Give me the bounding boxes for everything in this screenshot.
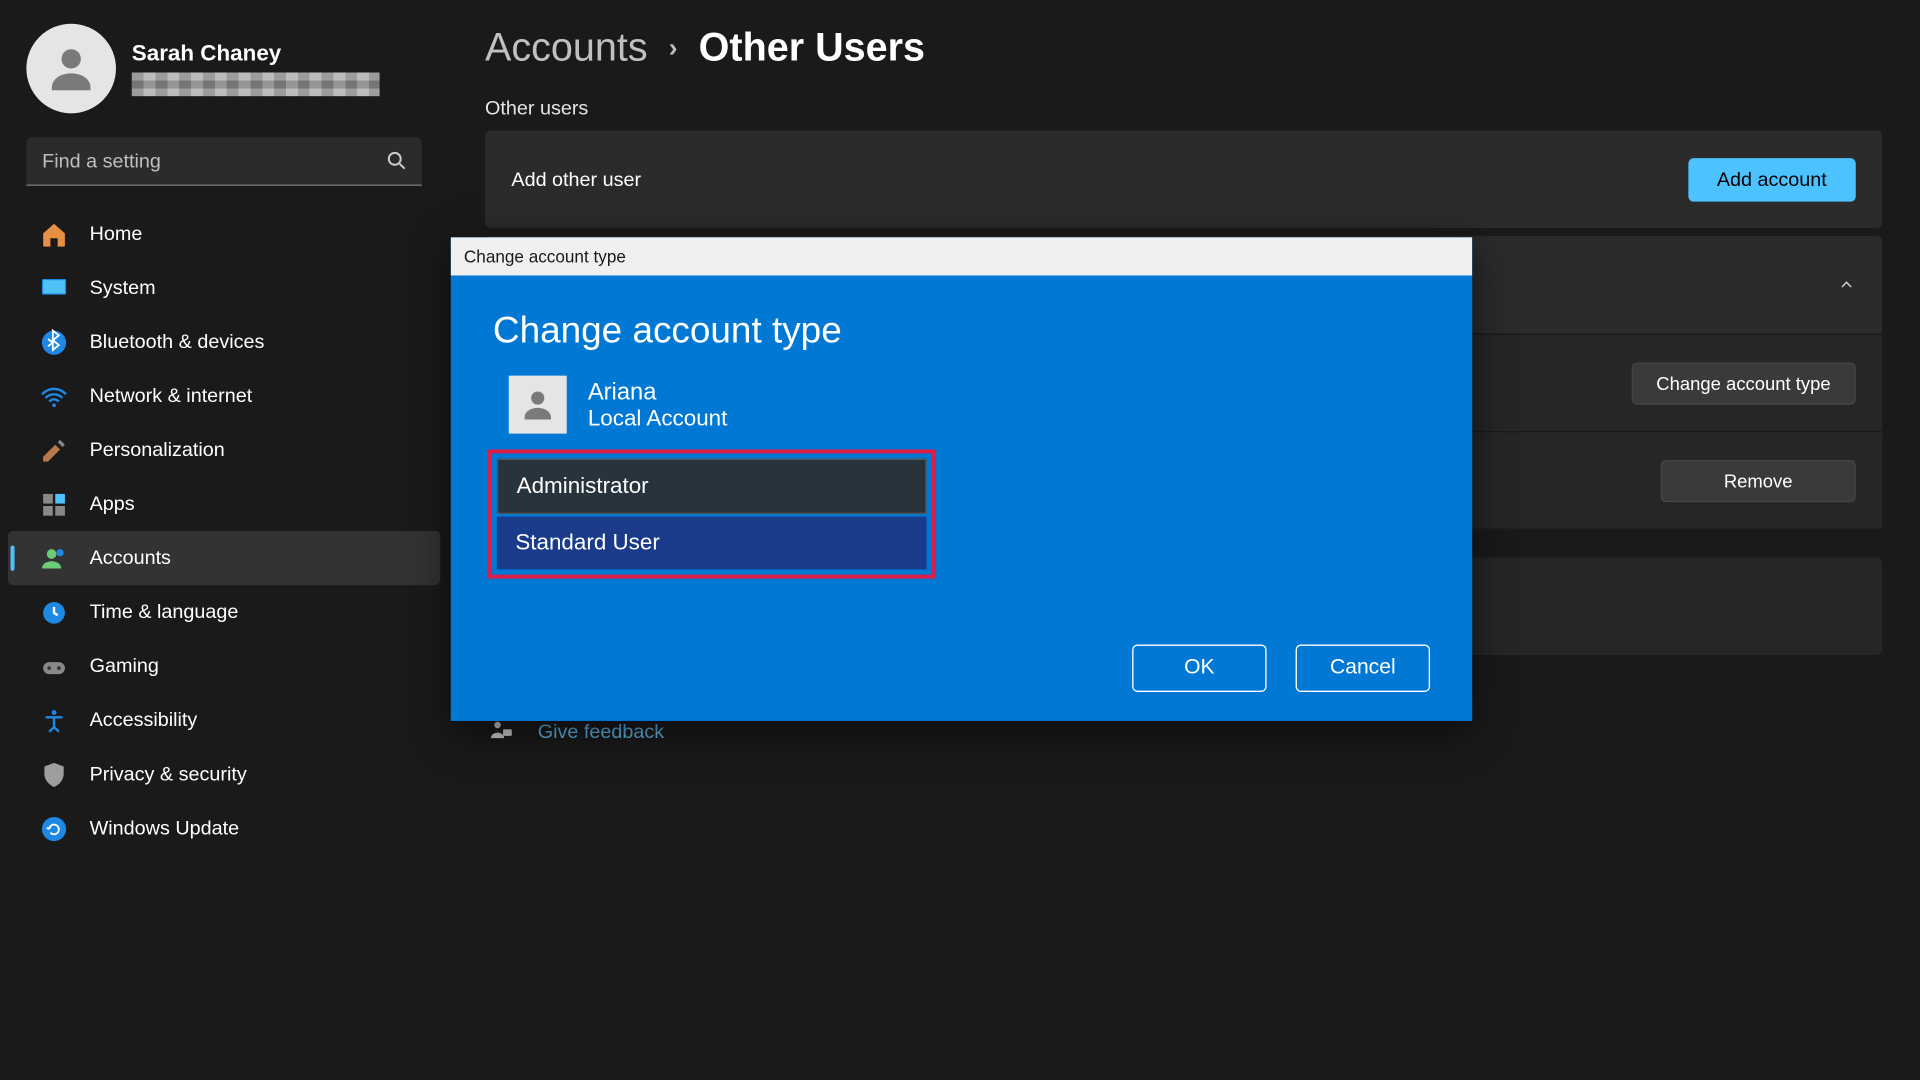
add-other-user-label: Add other user [511, 168, 641, 190]
search-icon[interactable] [385, 149, 409, 173]
gaming-icon [40, 652, 69, 681]
nav-label: Windows Update [90, 817, 239, 839]
change-account-type-dialog: Change account type Change account type … [451, 237, 1472, 721]
user-avatar-icon [26, 24, 116, 114]
give-feedback-row: Give feedback [485, 718, 1882, 744]
cancel-button[interactable]: Cancel [1296, 645, 1430, 692]
nav-list: Home System Bluetooth & devices Network … [0, 207, 448, 855]
nav-label: Personalization [90, 439, 225, 461]
profile-header[interactable]: Sarah Chaney [0, 24, 448, 114]
nav-item-apps[interactable]: Apps [8, 477, 440, 531]
privacy-icon [40, 760, 69, 789]
nav-label: Time & language [90, 601, 239, 623]
chevron-right-icon: › [669, 34, 678, 64]
nav-item-home[interactable]: Home [8, 207, 440, 261]
give-feedback-link[interactable]: Give feedback [538, 720, 664, 742]
bluetooth-icon [40, 328, 69, 357]
dialog-user-type: Local Account [588, 405, 728, 431]
apps-icon [40, 490, 69, 519]
update-icon [40, 814, 69, 843]
nav-item-personalization[interactable]: Personalization [8, 423, 440, 477]
sidebar: Sarah Chaney Home System Bluetooth & dev… [0, 0, 448, 1079]
nav-label: Home [90, 223, 143, 245]
change-account-type-button[interactable]: Change account type [1631, 362, 1855, 404]
chevron-up-icon[interactable] [1837, 275, 1855, 293]
nav-label: Network & internet [90, 385, 253, 407]
nav-label: Apps [90, 493, 135, 515]
dialog-user-row: Ariana Local Account [493, 376, 1430, 434]
search-input[interactable] [26, 137, 421, 184]
account-type-dropdown[interactable]: Administrator Standard User [488, 449, 936, 578]
profile-name: Sarah Chaney [132, 41, 380, 67]
feedback-icon [488, 718, 514, 744]
nav-label: Accounts [90, 547, 171, 569]
remove-button[interactable]: Remove [1661, 459, 1856, 501]
nav-item-bluetooth[interactable]: Bluetooth & devices [8, 315, 440, 369]
add-user-card: Add other user Add account [485, 130, 1882, 228]
nav-item-update[interactable]: Windows Update [8, 801, 440, 855]
nav-item-gaming[interactable]: Gaming [8, 639, 440, 693]
nav-label: Privacy & security [90, 763, 247, 785]
search-container [26, 137, 421, 186]
user-avatar-icon [509, 376, 567, 434]
accounts-icon [40, 544, 69, 573]
nav-label: System [90, 277, 156, 299]
dialog-titlebar: Change account type [451, 237, 1472, 275]
breadcrumb-parent[interactable]: Accounts [485, 26, 648, 71]
personalization-icon [40, 436, 69, 465]
accessibility-icon [40, 706, 69, 735]
network-icon [40, 382, 69, 411]
option-standard-user[interactable]: Standard User [497, 517, 927, 570]
home-icon [40, 219, 69, 248]
add-account-button[interactable]: Add account [1688, 158, 1856, 201]
dialog-heading: Change account type [493, 310, 1430, 352]
nav-label: Gaming [90, 655, 159, 677]
nav-item-network[interactable]: Network & internet [8, 369, 440, 423]
nav-item-accounts[interactable]: Accounts [8, 531, 440, 585]
nav-item-system[interactable]: System [8, 261, 440, 315]
system-icon [40, 273, 69, 302]
option-administrator[interactable]: Administrator [497, 459, 927, 514]
nav-item-time[interactable]: Time & language [8, 585, 440, 639]
section-heading: Other users [485, 98, 1882, 120]
nav-label: Accessibility [90, 709, 198, 731]
profile-email-redacted [132, 72, 380, 96]
nav-item-privacy[interactable]: Privacy & security [8, 747, 440, 801]
dialog-user-name: Ariana [588, 378, 728, 406]
nav-label: Bluetooth & devices [90, 331, 265, 353]
nav-item-accessibility[interactable]: Accessibility [8, 693, 440, 747]
ok-button[interactable]: OK [1132, 645, 1266, 692]
breadcrumb: Accounts › Other Users [485, 26, 1882, 71]
breadcrumb-current: Other Users [699, 26, 925, 71]
time-icon [40, 598, 69, 627]
